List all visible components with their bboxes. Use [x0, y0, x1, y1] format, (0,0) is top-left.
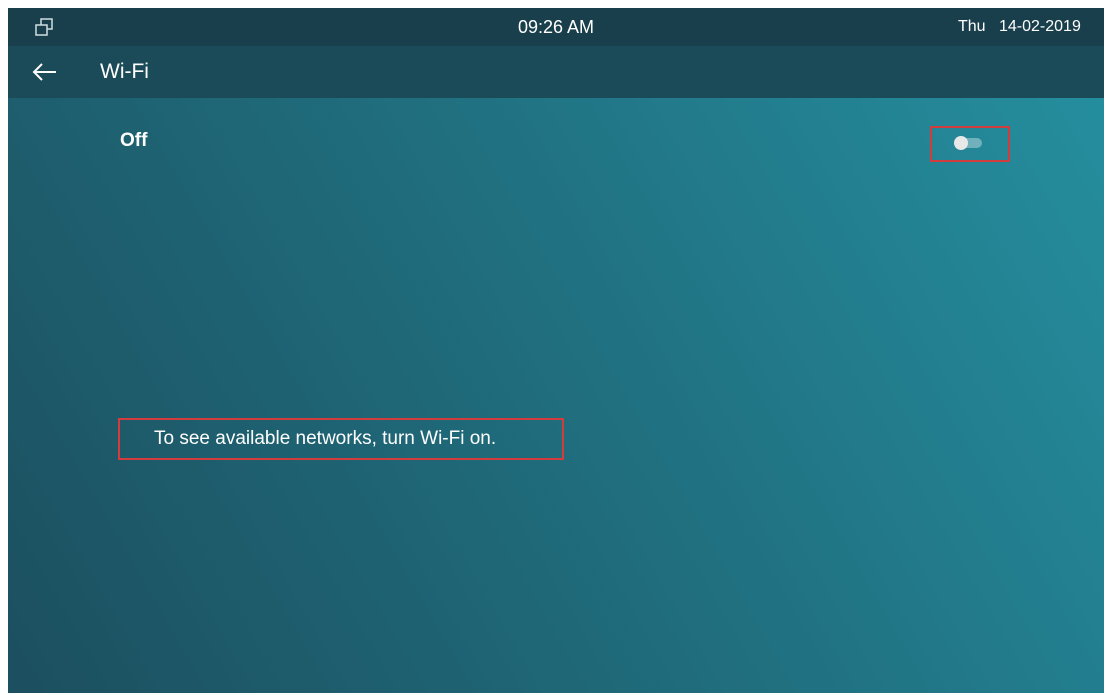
wifi-off-message: To see available networks, turn Wi-Fi on… [154, 428, 497, 449]
toggle-thumb [954, 136, 968, 150]
message-highlight-box: To see available networks, turn Wi-Fi on… [118, 418, 564, 460]
title-bar: Wi-Fi [8, 46, 1104, 98]
back-button[interactable] [22, 54, 70, 90]
status-day: Thu [958, 18, 986, 35]
wifi-toggle-row[interactable]: Off [8, 118, 1104, 164]
page-title: Wi-Fi [100, 60, 149, 83]
status-date: 14-02-2019 [999, 18, 1081, 35]
wifi-settings-screen: 09:26 AM Thu 14-02-2019 Wi-Fi Off To see… [8, 8, 1104, 693]
wifi-state-label: Off [120, 130, 148, 151]
back-arrow-icon [32, 63, 56, 81]
status-time: 09:26 AM [517, 17, 595, 37]
wifi-toggle-switch[interactable] [954, 136, 984, 150]
status-bar: 09:26 AM Thu 14-02-2019 [8, 8, 1104, 46]
